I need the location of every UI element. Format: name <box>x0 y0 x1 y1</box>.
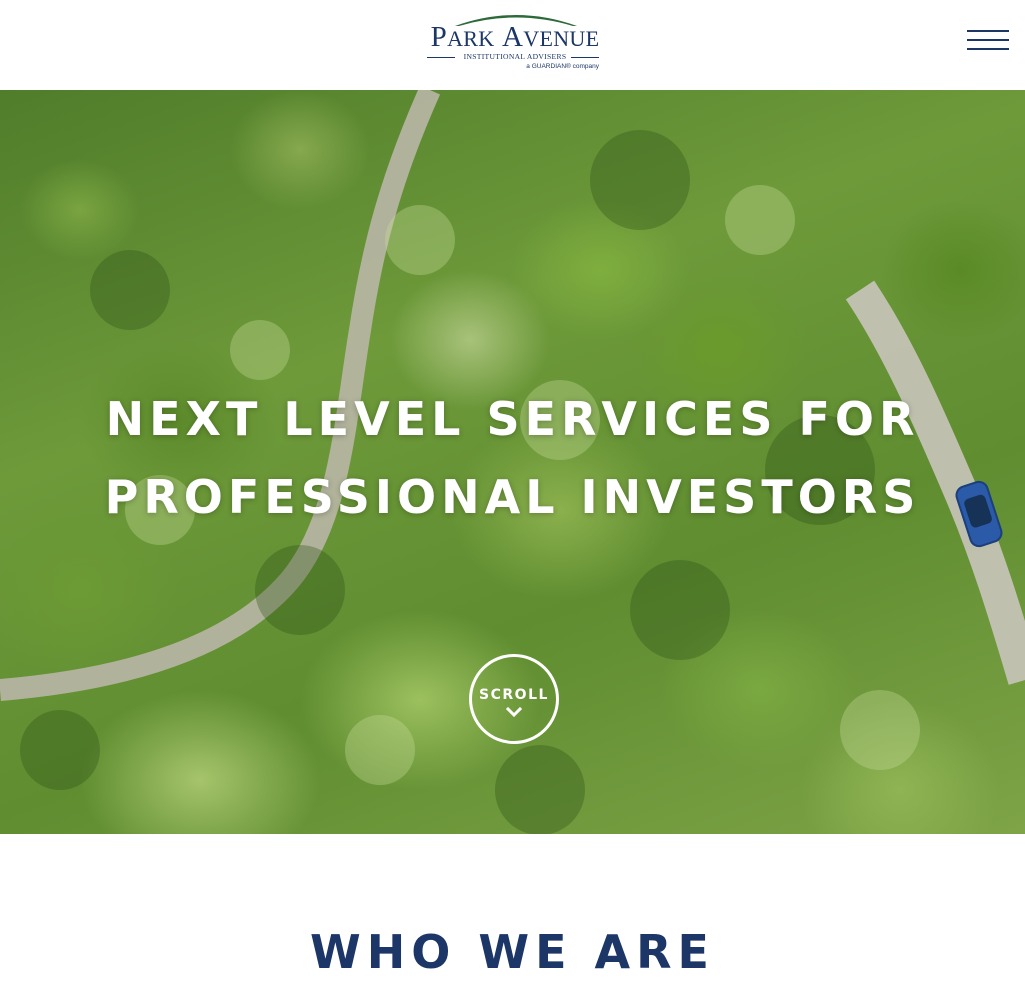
who-we-are-heading: WHO WE ARE <box>310 925 715 979</box>
park-avenue-logo[interactable]: PARK AVENUE INSTITUTIONAL ADVISERS a GUA… <box>427 10 603 72</box>
logo-rule-left <box>427 57 455 58</box>
scroll-button[interactable]: SCROLL <box>469 654 559 744</box>
menu-bar-top <box>967 30 1009 32</box>
menu-bar-middle <box>967 39 1009 41</box>
hero-title: NEXT LEVEL SERVICES FOR PROFESSIONAL INV… <box>0 380 1025 536</box>
scroll-label: SCROLL <box>479 687 549 703</box>
logo-tagline: a GUARDIAN® company <box>526 63 599 70</box>
logo-brand-name: PARK AVENUE <box>430 21 600 53</box>
logo-rule-right <box>571 57 599 58</box>
logo-subtitle: INSTITUTIONAL ADVISERS <box>463 52 567 61</box>
hamburger-menu-icon[interactable] <box>967 28 1009 52</box>
hero-banner: NEXT LEVEL SERVICES FOR PROFESSIONAL INV… <box>0 90 1025 834</box>
chevron-down-icon <box>506 707 522 718</box>
hero-title-line-2: PROFESSIONAL INVESTORS <box>104 470 921 524</box>
menu-bar-bottom <box>967 48 1009 50</box>
site-header: PARK AVENUE INSTITUTIONAL ADVISERS a GUA… <box>0 0 1025 90</box>
hero-title-line-1: NEXT LEVEL SERVICES FOR <box>105 392 920 446</box>
